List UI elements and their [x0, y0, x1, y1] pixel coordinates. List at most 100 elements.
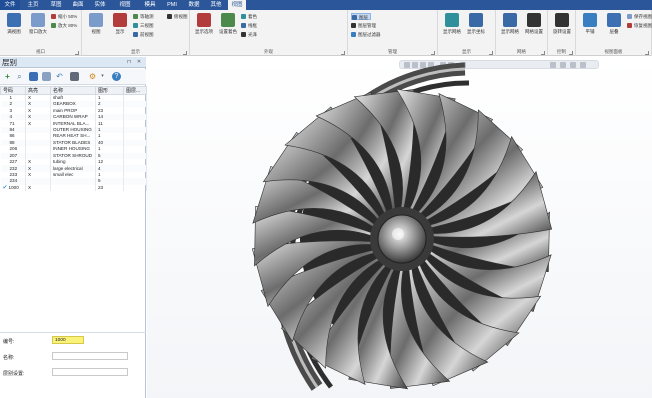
- ribbon-button-0-1[interactable]: 窗口放大: [27, 13, 49, 35]
- ribbon-small-button-1-0[interactable]: 等轴测: [133, 13, 154, 20]
- group-launcher-icon[interactable]: [541, 51, 545, 55]
- table-row[interactable]: ✔1000 X 23: [0, 184, 147, 192]
- ribbon-small-button-0-0[interactable]: 缩小 50%: [51, 13, 77, 20]
- cell-text: STATOR BLADES: [53, 139, 91, 145]
- cell-text: 1000: [8, 184, 19, 190]
- column-header-number[interactable]: 号码: [0, 86, 26, 95]
- gear-icon[interactable]: ⚙: [88, 72, 97, 81]
- ribbon-small-button-1-2[interactable]: 前视图: [133, 31, 154, 38]
- ribbon-small-label: 等轴测: [140, 14, 154, 19]
- ribbon-button-5-1[interactable]: 网格设置: [523, 13, 545, 35]
- group-launcher-icon[interactable]: [645, 51, 649, 55]
- ribbon-small-icon: [133, 14, 138, 19]
- jet-engine-model[interactable]: [147, 57, 652, 398]
- ribbon-group-4: 显示网格 显示坐标 显示: [438, 10, 496, 56]
- ribbon-small-icon: [627, 14, 632, 19]
- ribbon-small-label: 图层管理: [358, 23, 376, 28]
- ribbon-small-button-2-2[interactable]: 光泽: [241, 31, 257, 38]
- group-launcher-icon[interactable]: [75, 51, 79, 55]
- ribbon-button-0-0[interactable]: 满视图: [3, 13, 25, 35]
- ribbon-button-6-0[interactable]: 旋转设置: [551, 13, 573, 35]
- ribbon-small-label: 光泽: [248, 32, 257, 37]
- name-label: 名称:: [3, 355, 15, 361]
- ribbon-small-button-3-1[interactable]: 图层管理: [351, 22, 376, 29]
- cell-text: 232: [9, 165, 18, 171]
- cell-text: 1: [98, 133, 101, 139]
- ribbon-tool-icon: [113, 13, 127, 27]
- ribbon-tab-8[interactable]: 数据: [184, 0, 204, 10]
- ribbon-button-4-0[interactable]: 显示网格: [441, 13, 463, 35]
- ribbon-tool-icon: [445, 13, 459, 27]
- column-header-highlight[interactable]: 高亮: [25, 86, 51, 95]
- close-icon[interactable]: ✕: [136, 59, 142, 65]
- group-launcher-icon[interactable]: [489, 51, 493, 55]
- ribbon-group-6: 旋转设置 控制: [548, 10, 576, 56]
- ribbon-tab-9[interactable]: 其他: [206, 0, 226, 10]
- ribbon-button-label: 层叠: [609, 29, 619, 34]
- group-launcher-icon[interactable]: [431, 51, 435, 55]
- ribbon-tool-icon: [197, 13, 211, 27]
- search-icon[interactable]: ⌕: [15, 72, 24, 81]
- ribbon-tab-3[interactable]: 曲面: [68, 0, 88, 10]
- ribbon-small-button-2-0[interactable]: 着色: [241, 13, 257, 20]
- cell-name: STATOR BLADES: [50, 139, 96, 147]
- ribbon-small-button-0-1[interactable]: 放大 80%: [51, 22, 77, 29]
- cell-text: shaft: [53, 95, 63, 100]
- ribbon-small-label: 缩小 50%: [58, 14, 78, 19]
- cell-text: 234: [9, 178, 18, 184]
- ribbon-small-button-1-1[interactable]: 三视图: [133, 22, 154, 29]
- layer-table: 号码 高亮 名称 图形 图层... 1 Xshaft 1 2 X GEARBOX 2 3 Xma…: [0, 86, 147, 192]
- ribbon-tab-5[interactable]: 视图: [112, 0, 138, 10]
- ribbon-tool-icon: [555, 13, 569, 27]
- ribbon-small-icon: [241, 23, 246, 28]
- cell-text: 23: [98, 107, 104, 113]
- ribbon-button-1-0[interactable]: 视图: [85, 13, 107, 35]
- properties-icon[interactable]: [70, 72, 79, 81]
- name-field[interactable]: [52, 352, 128, 360]
- help-icon[interactable]: ?: [112, 72, 121, 81]
- group-launcher-icon[interactable]: [183, 51, 187, 55]
- ribbon-button-2-1[interactable]: 设置着色: [217, 13, 239, 35]
- add-layer-icon[interactable]: +: [3, 72, 12, 81]
- ribbon-button-2-0[interactable]: 显示选项: [193, 13, 215, 35]
- column-header-name[interactable]: 名称: [50, 86, 96, 95]
- ribbon-tab-4[interactable]: 实体: [90, 0, 110, 10]
- ribbon-tab-2[interactable]: 草图: [46, 0, 66, 10]
- group-launcher-icon[interactable]: [569, 51, 573, 55]
- ribbon-small-button-3-2[interactable]: 图层过滤器: [351, 31, 381, 38]
- pin-icon[interactable]: ⊓: [126, 59, 132, 65]
- column-header-layer-set[interactable]: 图层...: [123, 86, 147, 95]
- layer-group-icon[interactable]: [42, 72, 51, 81]
- ribbon-button-7-1[interactable]: 层叠: [603, 13, 625, 35]
- ribbon-tab-6[interactable]: 模具: [140, 0, 160, 10]
- ribbon-group-1: 视图 显示 等轴测 三视图 前视图 俯视图 显示: [82, 10, 190, 56]
- ribbon-small-button-7-1[interactable]: 恢复视图: [627, 22, 652, 29]
- ribbon-tab-7[interactable]: PMI: [162, 0, 182, 10]
- ribbon-button-5-0[interactable]: 显示网格: [499, 13, 521, 35]
- cell-text: main PROP: [53, 107, 78, 113]
- ribbon-button-label: 窗口放大: [29, 29, 47, 34]
- ribbon-small-button-2-1[interactable]: 线框: [241, 22, 257, 29]
- ribbon-button-7-0[interactable]: 平铺: [579, 13, 601, 35]
- ribbon-tab-10[interactable]: 视图: [228, 0, 246, 10]
- ribbon-small-label: 线框: [248, 23, 257, 28]
- ribbon-button-label: 显示: [115, 29, 125, 34]
- group-launcher-icon[interactable]: [341, 51, 345, 55]
- ribbon-tool-icon: [527, 13, 541, 27]
- ribbon-small-button-3-0[interactable]: 图层: [351, 13, 371, 20]
- ribbon-button-1-1[interactable]: 显示: [109, 13, 131, 35]
- ribbon-tab-0[interactable]: 文件: [0, 0, 20, 10]
- ribbon-button-4-1[interactable]: 显示坐标: [465, 13, 487, 35]
- column-header-count[interactable]: 图形: [95, 86, 124, 95]
- ribbon-tab-1[interactable]: 主页: [22, 0, 44, 10]
- undo-icon[interactable]: ↶: [55, 72, 64, 81]
- ribbon-small-button-1-3[interactable]: 俯视图: [167, 13, 188, 20]
- chevron-down-icon[interactable]: ▾: [98, 72, 107, 81]
- cell-text: 86: [9, 133, 15, 139]
- number-field[interactable]: 1000: [52, 336, 84, 344]
- graphics-viewport[interactable]: [147, 57, 652, 398]
- layer-stack-icon[interactable]: [29, 72, 38, 81]
- cell-text: X: [28, 159, 32, 165]
- layer-set-field[interactable]: [52, 368, 128, 376]
- ribbon-small-button-7-0[interactable]: 保存视图: [627, 13, 652, 20]
